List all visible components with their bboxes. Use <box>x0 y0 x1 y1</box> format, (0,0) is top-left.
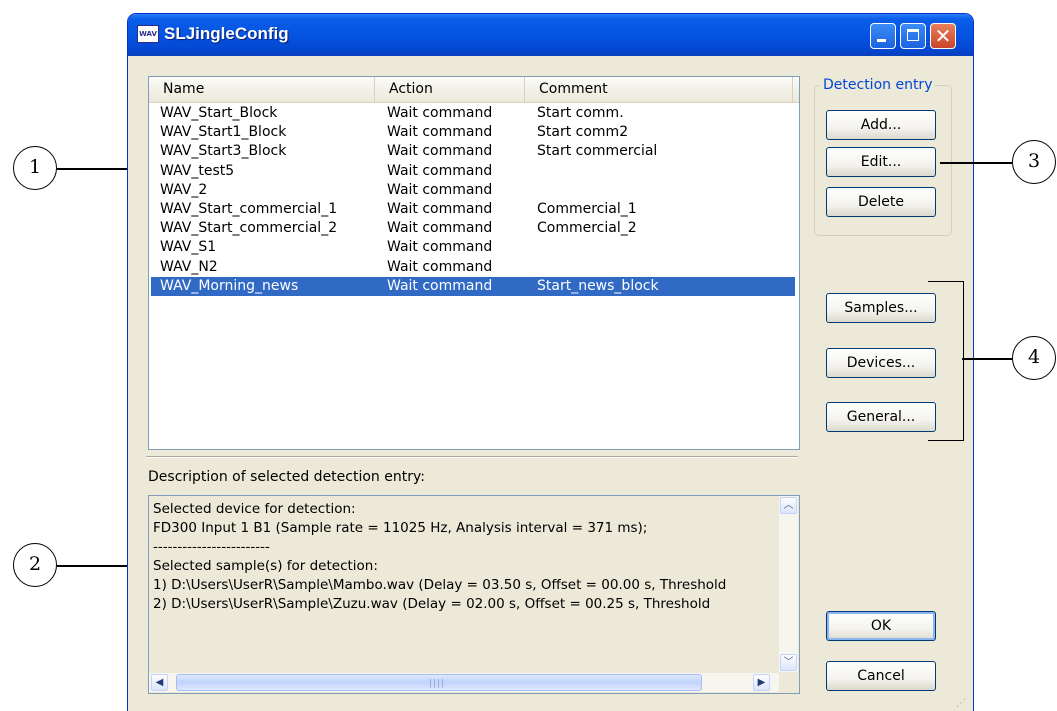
cell-name: WAV_Start_commercial_2 <box>160 220 338 237</box>
list-row[interactable]: WAV_test5 Wait command <box>151 162 795 181</box>
cell-name: WAV_Morning_news <box>160 277 299 294</box>
callout-3: 3 <box>1012 140 1056 184</box>
scroll-left-icon[interactable]: ◀ <box>151 674 168 691</box>
list-row[interactable]: WAV_Start_commercial_2 Wait command Commer… <box>151 219 795 238</box>
cell-action: Wait command <box>387 239 493 256</box>
cell-name: WAV_Start_Block <box>160 105 278 121</box>
cell-comment: Start_news_block <box>537 277 659 294</box>
callout-1-leader <box>57 168 127 170</box>
scroll-right-icon[interactable]: ▶ <box>753 674 770 691</box>
minimize-button[interactable] <box>870 23 896 49</box>
list-header: Name Action Comment <box>149 77 799 103</box>
detection-entries-list[interactable]: Name Action Comment WAV_Start_Block Wait … <box>148 76 800 450</box>
horizontal-scrollbar[interactable]: ◀ |||| ▶ <box>149 673 779 692</box>
samples-button[interactable]: Samples... <box>826 293 936 323</box>
general-button[interactable]: General... <box>826 402 936 432</box>
cell-action: Wait command <box>387 201 493 217</box>
close-button[interactable]: ✕ <box>930 23 956 49</box>
close-icon: ✕ <box>934 24 952 48</box>
cell-comment: Start comm2 <box>537 124 629 141</box>
cell-name: WAV_N2 <box>160 258 218 275</box>
callout-4-leader <box>962 358 1012 360</box>
description-line: ------------------------ <box>153 539 270 555</box>
cell-action: Wait command <box>387 124 493 141</box>
list-row[interactable]: WAV_S1 Wait command <box>151 238 795 257</box>
title-bar[interactable]: WAV SLJingleConfig ✕ <box>128 14 973 56</box>
cell-name: WAV_Start_commercial_1 <box>160 201 338 217</box>
delete-button[interactable]: Delete <box>826 187 936 217</box>
column-header-comment[interactable]: Comment <box>525 77 793 102</box>
cell-comment: Start commercial <box>537 143 658 160</box>
callout-3-leader <box>940 162 1012 164</box>
callout-2-leader <box>57 565 127 567</box>
description-line: 2) D:\Users\UserR\Sample\Zuzu.wav (Delay… <box>153 596 711 612</box>
description-label: Description of selected detection entry: <box>148 469 425 485</box>
description-line: FD300 Input 1 B1 (Sample rate = 11025 Hz… <box>153 520 648 536</box>
maximize-button[interactable] <box>900 23 926 49</box>
grip-icon: |||| <box>429 679 446 689</box>
dialog-window: WAV SLJingleConfig ✕ Name Action Comment… <box>128 14 973 711</box>
description-textbox[interactable]: Selected device for detection: FD300 Inpu… <box>148 495 800 694</box>
wav-app-icon: WAV <box>137 25 159 43</box>
list-row[interactable]: WAV_Start1_Block Wait command Start comm2 <box>151 123 795 142</box>
cell-action: Wait command <box>387 181 493 198</box>
minimize-icon <box>877 39 886 42</box>
cell-action: Wait command <box>387 220 493 237</box>
scroll-down-icon[interactable]: ﹀ <box>780 654 797 671</box>
list-row[interactable]: WAV_Start3_Block Wait command Start commer… <box>151 142 795 161</box>
list-row[interactable]: WAV_2 Wait command <box>151 181 795 200</box>
cell-action: Wait command <box>387 143 493 160</box>
horizontal-scroll-thumb[interactable]: |||| <box>176 674 702 691</box>
list-row[interactable]: WAV_Morning_news Wait command Start_news_b… <box>151 276 795 296</box>
cell-comment: Commercial_1 <box>537 201 637 217</box>
cell-action: Wait command <box>387 277 493 294</box>
devices-button[interactable]: Devices... <box>826 348 936 378</box>
callout-4-bracket <box>928 281 964 441</box>
cancel-button[interactable]: Cancel <box>826 661 936 691</box>
callout-1: 1 <box>13 146 57 190</box>
description-line: 1) D:\Users\UserR\Sample\Mambo.wav (Dela… <box>153 577 727 593</box>
vertical-scrollbar[interactable]: ︿ ﹀ <box>779 496 798 672</box>
description-line: Selected sample(s) for detection: <box>153 558 378 574</box>
cell-action: Wait command <box>387 162 493 179</box>
cell-action: Wait command <box>387 258 493 275</box>
cell-name: WAV_test5 <box>160 162 235 179</box>
column-header-name[interactable]: Name <box>149 77 375 102</box>
add-button[interactable]: Add... <box>826 110 936 140</box>
cell-name: WAV_2 <box>160 181 208 198</box>
separator <box>146 456 798 458</box>
list-row[interactable]: WAV_N2 Wait command <box>151 258 795 277</box>
scroll-up-icon[interactable]: ︿ <box>780 497 797 514</box>
maximize-icon <box>907 29 919 41</box>
description-line: Selected device for detection: <box>153 501 356 517</box>
edit-button[interactable]: Edit... <box>826 147 936 177</box>
cell-name: WAV_S1 <box>160 239 217 256</box>
list-row[interactable]: WAV_Start_commercial_1 Wait command Commer… <box>151 200 795 219</box>
detection-entry-group-label: Detection entry <box>820 77 936 93</box>
cell-action: Wait command <box>387 105 493 121</box>
cell-name: WAV_Start3_Block <box>160 143 287 160</box>
cell-name: WAV_Start1_Block <box>160 124 287 141</box>
column-header-action[interactable]: Action <box>375 77 525 102</box>
callout-4: 4 <box>1012 336 1056 380</box>
resize-grip-icon[interactable]: ⋰ <box>956 698 970 710</box>
cell-comment: Commercial_2 <box>537 220 637 237</box>
callout-2: 2 <box>13 543 57 587</box>
cell-comment: Start comm. <box>537 105 624 121</box>
ok-button[interactable]: OK <box>826 611 936 641</box>
window-title: SLJingleConfig <box>164 24 289 43</box>
list-row[interactable]: WAV_Start_Block Wait command Start comm. <box>151 104 795 123</box>
